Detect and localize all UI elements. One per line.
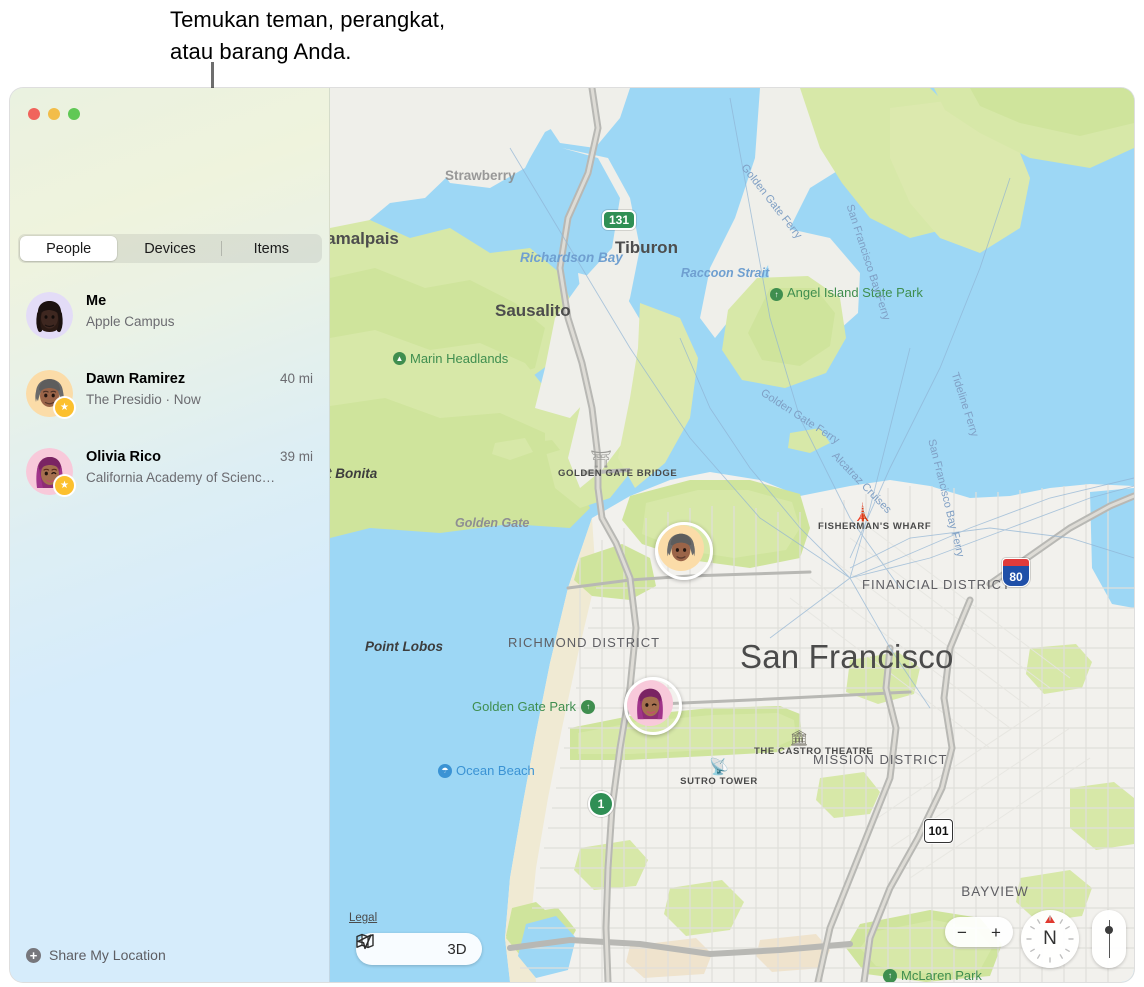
- map-pin-olivia-rico[interactable]: [624, 677, 682, 735]
- map-shield-80: 80: [1002, 558, 1030, 587]
- find-my-window: People Devices Items Me Apple Campus ★ D…: [10, 88, 1134, 982]
- person-name: Olivia Rico: [86, 449, 161, 465]
- segmented-tab-bar[interactable]: People Devices Items: [18, 234, 322, 263]
- list-item[interactable]: ★ Dawn Ramirez The Presidio · Now 40 mi: [10, 366, 329, 444]
- person-distance: 39 mi: [279, 449, 313, 464]
- tab-devices-label: Devices: [144, 240, 196, 257]
- map-tools-bar[interactable]: 3D: [356, 933, 482, 965]
- person-subtitle: California Academy of Sciences…: [86, 470, 280, 485]
- map-canvas[interactable]: Tamalpais Sausalito Tiburon Strawberry R…: [330, 88, 1134, 982]
- tab-items-label: Items: [253, 240, 290, 257]
- callout-line-1: Temukan teman, perangkat,: [170, 7, 446, 32]
- list-item-text: Me Apple Campus: [86, 288, 313, 331]
- zoom-out-button[interactable]: −: [957, 924, 967, 941]
- pitch-slider[interactable]: [1092, 910, 1126, 968]
- person-name: Me: [86, 293, 107, 309]
- memoji-olivia-map-icon: [627, 680, 673, 726]
- person-distance: 40 mi: [279, 371, 313, 386]
- person-subtitle: Apple Campus: [86, 314, 175, 329]
- person-name: Dawn Ramirez: [86, 371, 186, 387]
- folded-map-icon: [356, 933, 374, 949]
- sidebar: People Devices Items Me Apple Campus ★ D…: [10, 88, 330, 982]
- zoom-controls[interactable]: − +: [945, 917, 1013, 947]
- zoom-button[interactable]: [68, 108, 80, 120]
- map-shield-1: 1: [588, 791, 614, 817]
- avatar: ★: [26, 448, 76, 497]
- toggle-3d-button[interactable]: 3D: [438, 933, 476, 965]
- map-shield-131: 131: [602, 210, 637, 230]
- zoom-in-button[interactable]: +: [991, 924, 1001, 941]
- star-badge-icon: ★: [53, 474, 76, 497]
- minimize-button[interactable]: [48, 108, 60, 120]
- tab-people-label: People: [46, 240, 92, 257]
- memoji-me-icon: [26, 292, 73, 339]
- person-subtitle: The Presidio · Now: [86, 392, 201, 407]
- plus-circle-icon: +: [26, 947, 41, 963]
- map-shield-101: 101: [924, 819, 953, 843]
- list-item[interactable]: Me Apple Campus: [10, 288, 329, 366]
- list-item[interactable]: ★ Olivia Rico California Academy of Scie…: [10, 444, 329, 522]
- callout-line-2: atau barang Anda.: [170, 39, 352, 64]
- map-style-icon[interactable]: [356, 933, 438, 965]
- tab-items[interactable]: Items: [220, 236, 320, 261]
- tab-people[interactable]: People: [20, 236, 118, 261]
- share-my-location-button[interactable]: + Share My Location: [26, 947, 166, 963]
- window-traffic-lights: [28, 108, 80, 120]
- star-badge-icon: ★: [53, 396, 76, 419]
- avatar: ★: [26, 370, 76, 419]
- close-button[interactable]: [28, 108, 40, 120]
- tab-devices[interactable]: Devices: [121, 236, 218, 261]
- list-item-text: Olivia Rico California Academy of Scienc…: [86, 444, 280, 487]
- avatar: [26, 292, 73, 339]
- legal-link[interactable]: Legal: [349, 912, 377, 924]
- share-my-location-label: Share My Location: [49, 947, 166, 963]
- compass-control[interactable]: N: [1021, 910, 1079, 968]
- map-pin-dawn-ramirez[interactable]: [655, 522, 713, 580]
- memoji-dawn-map-icon: [658, 525, 704, 571]
- people-list: Me Apple Campus ★ Dawn Ramirez The Presi…: [10, 288, 329, 522]
- compass-ticks: [1026, 915, 1074, 963]
- map-graphics: [330, 88, 1134, 982]
- pitch-knob[interactable]: [1105, 926, 1113, 934]
- callout-text: Temukan teman, perangkat, atau barang An…: [170, 4, 810, 68]
- list-item-text: Dawn Ramirez The Presidio · Now: [86, 366, 280, 409]
